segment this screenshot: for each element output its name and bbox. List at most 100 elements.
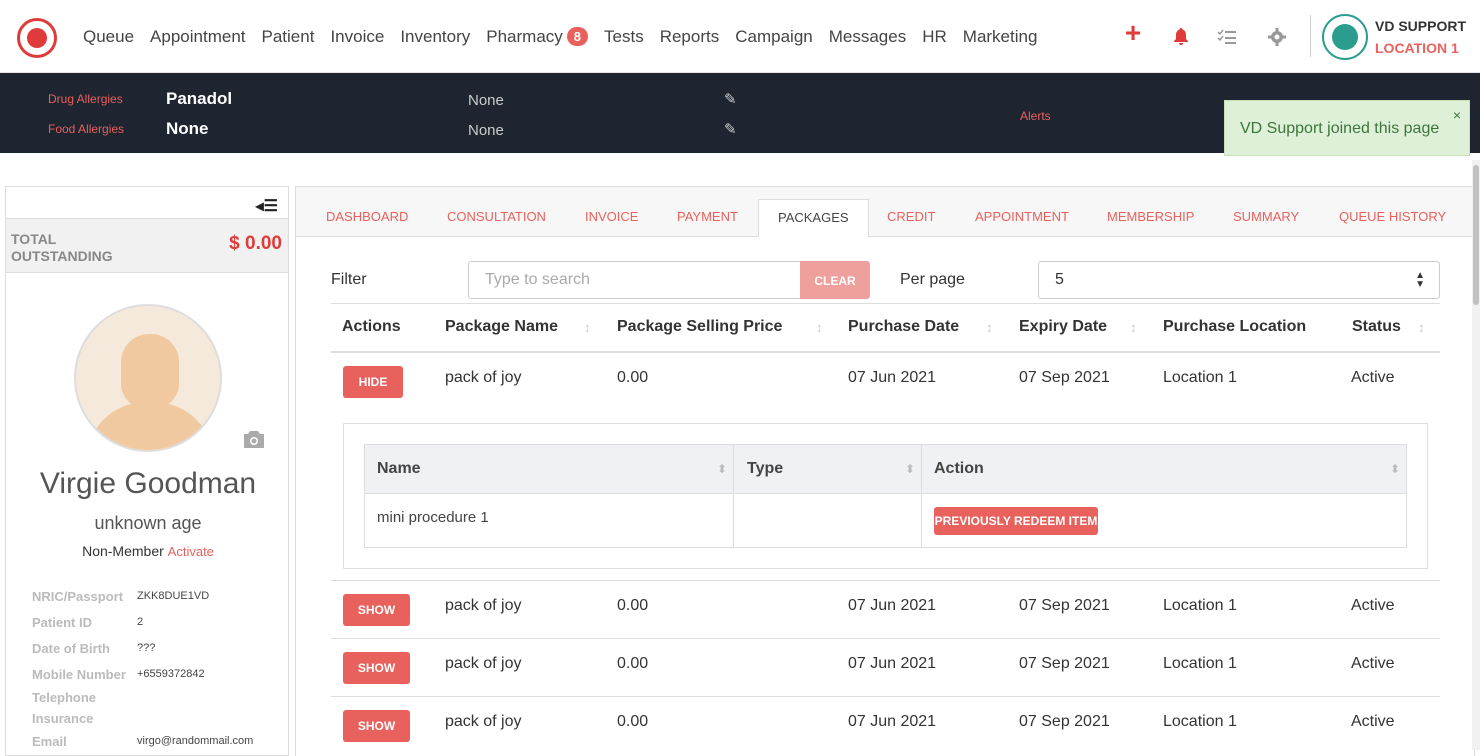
gear-icon[interactable]: [1266, 26, 1288, 48]
activate-link[interactable]: Activate: [168, 544, 214, 559]
tab-payment[interactable]: PAYMENT: [677, 209, 738, 224]
checklist-icon[interactable]: [1216, 26, 1238, 48]
row-location: Location 1: [1163, 655, 1237, 672]
scrollbar-thumb[interactable]: [1473, 165, 1479, 305]
previously-redeem-item-button[interactable]: PREVIOUSLY REDEEM ITEM: [934, 507, 1098, 535]
row-expiry-date: 07 Sep 2021: [1019, 597, 1110, 614]
header-status[interactable]: Status: [1352, 318, 1401, 336]
collapse-menu-icon[interactable]: ◂☰: [256, 196, 278, 216]
drug-allergies-note: None: [468, 92, 504, 109]
column-divider: [921, 445, 922, 547]
per-page-value: 5: [1055, 271, 1064, 288]
food-allergies-value: None: [166, 119, 209, 138]
header-purchase-location[interactable]: Purchase Location: [1163, 318, 1306, 336]
nav-appointment[interactable]: Appointment: [150, 27, 245, 47]
header-selling-price[interactable]: Package Selling Price: [617, 318, 782, 336]
info-value: 2: [137, 616, 144, 628]
outstanding-label: TOTAL OUTSTANDING: [11, 231, 113, 264]
info-value: +6559372842: [137, 668, 205, 680]
per-page-select[interactable]: 5 ▲ ▼: [1038, 261, 1440, 299]
nav-inventory[interactable]: Inventory: [400, 27, 470, 47]
tab-dashboard[interactable]: DASHBOARD: [326, 209, 408, 224]
info-value: virgo@randommail.com: [137, 735, 254, 747]
info-label: Telephone: [32, 690, 97, 705]
edit-icon[interactable]: ✎: [724, 90, 737, 108]
camera-icon[interactable]: [243, 431, 265, 454]
row-location: Location 1: [1163, 369, 1237, 386]
sub-header-action[interactable]: Action: [934, 460, 984, 478]
nav-campaign[interactable]: Campaign: [735, 27, 813, 47]
nav-messages[interactable]: Messages: [829, 27, 906, 47]
sort-icon[interactable]: ↕: [986, 320, 993, 335]
row-expiry-date: 07 Sep 2021: [1019, 655, 1110, 672]
close-icon[interactable]: ×: [1453, 107, 1461, 123]
nav-marketing[interactable]: Marketing: [963, 27, 1038, 47]
column-divider: [733, 445, 734, 547]
nav-pharmacy-label: Pharmacy: [486, 26, 563, 46]
row-expiry-date: 07 Sep 2021: [1019, 713, 1110, 730]
row-divider: [331, 580, 1440, 581]
per-page-label: Per page: [900, 271, 965, 288]
row-status: Active: [1351, 655, 1395, 672]
tab-appointment[interactable]: APPOINTMENT: [975, 209, 1069, 224]
pharmacy-count-badge: 8: [566, 27, 589, 46]
search-input[interactable]: [468, 261, 801, 299]
food-allergies-label: Food Allergies: [48, 122, 125, 136]
drug-allergies-label: Drug Allergies: [48, 92, 123, 106]
sort-icon[interactable]: ⬍: [905, 462, 915, 476]
alerts-label[interactable]: Alerts: [1020, 109, 1051, 123]
tab-summary[interactable]: SUMMARY: [1233, 209, 1299, 224]
user-name[interactable]: VD SUPPORT: [1375, 18, 1466, 34]
row-price: 0.00: [617, 655, 649, 672]
header-package-name[interactable]: Package Name: [445, 318, 558, 336]
food-allergies-note: None: [468, 122, 504, 139]
patient-sidebar: ◂☰ TOTAL OUTSTANDING $ 0.00 Virgie Goodm…: [5, 186, 289, 756]
header-divider: [331, 351, 1440, 353]
nav-patient[interactable]: Patient: [262, 27, 315, 47]
tab-membership[interactable]: MEMBERSHIP: [1107, 209, 1194, 224]
header-purchase-date[interactable]: Purchase Date: [848, 318, 959, 336]
sort-icon[interactable]: ⬍: [717, 462, 727, 476]
patient-name: Virgie Goodman: [39, 467, 257, 500]
sort-icon[interactable]: ⬍: [1390, 462, 1400, 476]
header-expiry-date[interactable]: Expiry Date: [1019, 318, 1107, 336]
row-location: Location 1: [1163, 713, 1237, 730]
sub-header-name[interactable]: Name: [377, 460, 421, 478]
tab-consultation[interactable]: CONSULTATION: [447, 209, 546, 224]
show-button[interactable]: SHOW: [343, 710, 410, 742]
nav-pharmacy[interactable]: Pharmacy 8: [486, 26, 589, 47]
tab-queue-history[interactable]: QUEUE HISTORY: [1339, 209, 1446, 224]
row-divider: [331, 696, 1440, 697]
package-items-header: Name ⬍ Type ⬍ Action ⬍: [365, 445, 1406, 494]
sort-icon[interactable]: ↕: [1130, 320, 1137, 335]
tab-credit[interactable]: CREDIT: [887, 209, 935, 224]
clear-button[interactable]: CLEAR: [800, 261, 870, 299]
tab-invoice[interactable]: INVOICE: [585, 209, 638, 224]
sort-icon[interactable]: ↕: [584, 320, 591, 335]
nav-reports[interactable]: Reports: [660, 27, 720, 47]
sort-icon[interactable]: ↕: [1418, 320, 1425, 335]
row-status: Active: [1351, 369, 1395, 386]
user-avatar-icon[interactable]: [1322, 14, 1368, 60]
tab-bar: DASHBOARD CONSULTATION INVOICE PAYMENT P…: [296, 187, 1474, 238]
plus-icon[interactable]: +: [1122, 17, 1144, 48]
nav-tests[interactable]: Tests: [604, 27, 644, 47]
nav-invoice[interactable]: Invoice: [330, 27, 384, 47]
logo-icon[interactable]: [17, 18, 57, 58]
sort-icon[interactable]: ↕: [816, 320, 823, 335]
tab-packages[interactable]: PACKAGES: [758, 199, 869, 238]
hide-button[interactable]: HIDE: [343, 366, 403, 398]
sub-header-type[interactable]: Type: [747, 460, 783, 478]
row-expiry-date: 07 Sep 2021: [1019, 369, 1110, 386]
outstanding-value: $ 0.00: [229, 233, 282, 254]
row-price: 0.00: [617, 369, 649, 386]
edit-icon[interactable]: ✎: [724, 120, 737, 138]
show-button[interactable]: SHOW: [343, 594, 410, 626]
nav-queue[interactable]: Queue: [83, 27, 134, 47]
bell-icon[interactable]: [1170, 26, 1192, 48]
nav-hr[interactable]: HR: [922, 27, 947, 47]
user-location[interactable]: LOCATION 1: [1375, 40, 1459, 56]
show-button[interactable]: SHOW: [343, 652, 410, 684]
row-purchase-date: 07 Jun 2021: [848, 369, 937, 386]
info-label: Patient ID: [32, 615, 92, 630]
